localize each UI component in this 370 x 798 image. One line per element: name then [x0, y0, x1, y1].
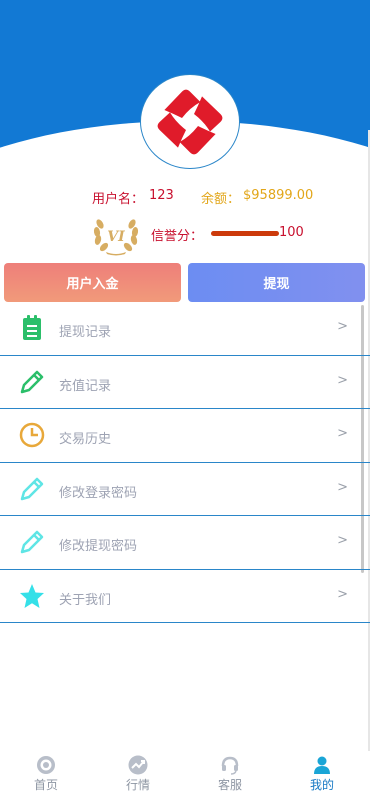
tab-market[interactable]: 行情: [92, 751, 184, 798]
pencil-icon: [20, 370, 44, 393]
user-icon: [314, 756, 330, 774]
withdraw-button[interactable]: 提现: [188, 263, 365, 302]
laurel-icon: VI: [93, 219, 139, 256]
home-icon: [37, 756, 55, 774]
settings-menu: 提现记录 > 充值记录 > 交易历史 > 修改登录密码 > 修改提现密码 > 关…: [0, 302, 370, 623]
menu-item-label: 修改登录密码: [59, 485, 138, 501]
chevron-right-icon: >: [337, 533, 348, 548]
star-icon: [20, 583, 44, 608]
tab-mine[interactable]: 我的: [276, 751, 368, 798]
tab-home[interactable]: 首页: [0, 751, 92, 798]
trend-icon: [128, 755, 148, 775]
chevron-right-icon: >: [337, 586, 348, 602]
username-value: 123: [149, 188, 174, 203]
headset-icon: [221, 756, 239, 775]
credit-label: 信誉分：: [151, 229, 204, 244]
chevron-right-icon: >: [337, 319, 348, 334]
menu-item-label: 充值记录: [59, 378, 112, 394]
menu-item-label: 交易历史: [59, 432, 112, 447]
balance-value: $95899.00: [243, 188, 314, 203]
menu-item-trade-history[interactable]: 交易历史 >: [0, 409, 370, 463]
credit-value: 100: [279, 225, 304, 240]
clock-icon: [19, 422, 45, 448]
menu-item-deposit-records[interactable]: 充值记录 >: [0, 356, 370, 409]
vip-level-text: VI: [107, 229, 125, 245]
tab-label: 我的: [309, 778, 334, 792]
credit-progress-bar: [211, 231, 279, 236]
balance-label: 余额：: [201, 192, 241, 207]
chevron-right-icon: >: [337, 426, 348, 441]
menu-item-label: 提现记录: [59, 325, 112, 340]
clipboard-list-icon: [23, 315, 41, 340]
menu-item-label: 修改提现密码: [59, 539, 138, 554]
chevron-right-icon: >: [337, 372, 348, 388]
tab-label: 首页: [33, 778, 58, 792]
chevron-right-icon: >: [337, 479, 348, 495]
logo: [140, 74, 240, 169]
bottom-tab-bar: 首页 行情 客服 我的: [0, 751, 370, 798]
pencil-icon: [20, 530, 44, 554]
brand-logo-icon: [157, 89, 223, 154]
vip-badge: VI: [92, 212, 140, 256]
tab-label: 客服: [217, 778, 242, 792]
menu-item-change-withdraw-password[interactable]: 修改提现密码 >: [0, 516, 370, 570]
username-label: 用户名：: [92, 192, 145, 207]
deposit-button[interactable]: 用户入金: [4, 263, 181, 302]
menu-item-about-us[interactable]: 关于我们 >: [0, 570, 370, 623]
menu-item-label: 关于我们: [59, 592, 112, 608]
profile-page: 用户名： 123 余额： $95899.00 VI 信誉分： 100 用户入金 …: [0, 0, 370, 798]
pencil-icon: [20, 477, 44, 500]
user-info-row: 用户名： 123 余额： $95899.00: [0, 188, 370, 207]
menu-item-withdraw-records[interactable]: 提现记录 >: [0, 302, 370, 356]
menu-item-change-login-password[interactable]: 修改登录密码 >: [0, 463, 370, 516]
tab-support[interactable]: 客服: [184, 751, 276, 798]
tab-label: 行情: [125, 778, 150, 792]
